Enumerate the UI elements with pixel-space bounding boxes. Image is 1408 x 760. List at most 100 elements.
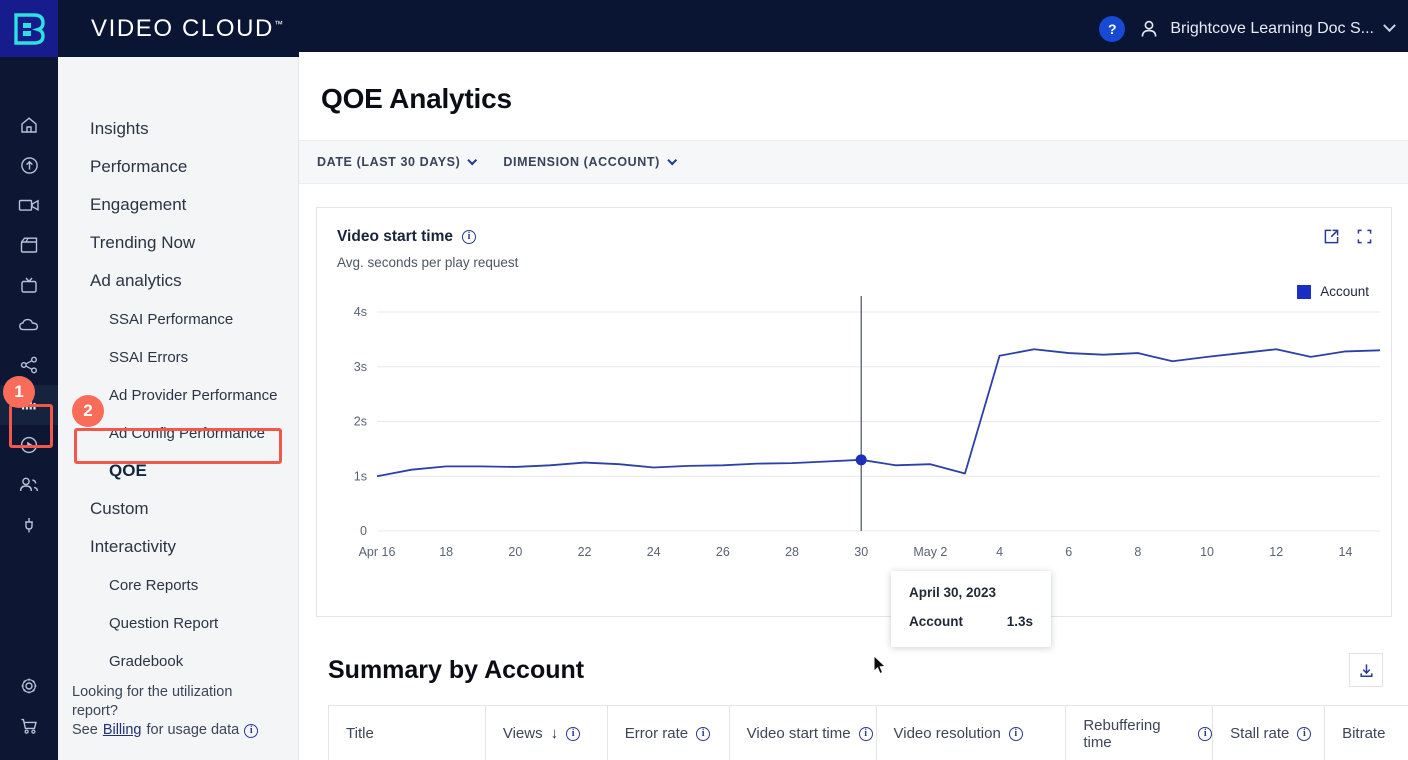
rail-item-tv[interactable] — [0, 265, 58, 305]
expand-icon — [1356, 228, 1373, 245]
sidebar-item-label: Ad Provider Performance — [109, 387, 277, 404]
sidebar-item-label: Performance — [90, 157, 187, 177]
series-line-account — [377, 349, 1380, 476]
table-header-row: Title Views ↓ i Error rate i Video start… — [329, 706, 1408, 760]
sidebar-item-ssai-performance[interactable]: SSAI Performance — [58, 300, 298, 338]
column-bitrate[interactable]: Bitrate — [1325, 706, 1408, 760]
column-title[interactable]: Title — [329, 706, 486, 760]
info-icon[interactable]: i — [696, 727, 710, 741]
sidebar-item-label: Question Report — [109, 615, 218, 632]
info-icon[interactable]: i — [462, 230, 476, 244]
sidebar-footer: Looking for the utilization report? See … — [58, 683, 288, 740]
top-bar-right: ? Brightcove Learning Doc S... — [1099, 16, 1408, 42]
sidebar-item-ssai-errors[interactable]: SSAI Errors — [58, 338, 298, 376]
x-axis-tick-label: 26 — [716, 545, 730, 559]
sidebar-item-custom[interactable]: Custom — [58, 490, 298, 528]
rail-item-marketplace[interactable] — [0, 706, 58, 746]
sidebar-item-question-report[interactable]: Question Report — [58, 604, 298, 642]
info-icon[interactable]: i — [566, 727, 580, 741]
column-stall-rate[interactable]: Stall rate i — [1213, 706, 1325, 760]
x-axis-tick-label: 22 — [578, 545, 592, 559]
column-rebuffering-time[interactable]: Rebuffering time i — [1066, 706, 1213, 760]
tooltip-row: Account 1.3s — [909, 614, 1033, 629]
column-label: Rebuffering time — [1083, 717, 1190, 751]
sidebar-item-label: SSAI Errors — [109, 349, 188, 366]
mouse-cursor-icon — [873, 655, 887, 675]
date-filter[interactable]: DATE (LAST 30 DAYS) — [317, 155, 475, 169]
info-icon[interactable]: i — [859, 727, 873, 741]
sidebar-item-gradebook[interactable]: Gradebook — [58, 642, 298, 680]
column-views[interactable]: Views ↓ i — [486, 706, 608, 760]
dimension-filter[interactable]: DIMENSION (ACCOUNT) — [503, 155, 675, 169]
fullscreen-button[interactable] — [1356, 228, 1373, 250]
account-menu[interactable]: Brightcove Learning Doc S... — [1139, 19, 1394, 39]
rail-item-video[interactable] — [0, 185, 58, 225]
help-button[interactable]: ? — [1099, 16, 1125, 42]
x-axis-tick-label: 24 — [647, 545, 661, 559]
info-icon[interactable]: i — [244, 724, 258, 738]
sidebar-item-interactivity[interactable]: Interactivity — [58, 528, 298, 566]
rail-item-clips[interactable] — [0, 225, 58, 265]
column-label: Stall rate — [1230, 725, 1289, 742]
summary-title: Summary by Account — [328, 656, 584, 685]
sidebar-item-core-reports[interactable]: Core Reports — [58, 566, 298, 604]
play-circle-icon — [19, 435, 39, 455]
column-label: Error rate — [625, 725, 688, 742]
chevron-down-icon — [468, 155, 478, 165]
sidebar-item-label: SSAI Performance — [109, 311, 233, 328]
top-bar: VIDEO CLOUD™ ? Brightcove Learning Doc S… — [0, 0, 1408, 57]
sort-desc-icon[interactable]: ↓ — [551, 725, 559, 742]
x-axis-tick-label: 10 — [1200, 545, 1214, 559]
tv-icon — [19, 275, 39, 295]
sidebar-item-label: Custom — [90, 499, 149, 519]
summary-table: Title Views ↓ i Error rate i Video start… — [328, 705, 1408, 760]
rail-item-integrations[interactable] — [0, 505, 58, 545]
sidebar-item-label: Core Reports — [109, 577, 198, 594]
tooltip-series-label: Account — [909, 614, 963, 629]
sidebar-item-trending-now[interactable]: Trending Now — [58, 224, 298, 262]
gear-icon — [19, 676, 39, 696]
x-axis-tick-label: Apr 16 — [359, 545, 396, 559]
info-icon[interactable]: i — [1297, 727, 1311, 741]
chevron-down-icon — [667, 155, 677, 165]
rail-item-upload[interactable] — [0, 145, 58, 185]
download-button[interactable] — [1349, 653, 1383, 687]
sidebar-item-engagement[interactable]: Engagement — [58, 186, 298, 224]
y-axis-tick-label: 4s — [354, 305, 367, 319]
rail-item-settings[interactable] — [0, 666, 58, 706]
video-camera-icon — [18, 196, 40, 214]
brand-title: VIDEO CLOUD™ — [91, 15, 283, 43]
column-video-resolution[interactable]: Video resolution i — [877, 706, 1067, 760]
x-axis-tick-label: 8 — [1134, 545, 1141, 559]
sidebar-item-performance[interactable]: Performance — [58, 148, 298, 186]
chart-title-text: Video start time — [337, 228, 453, 246]
info-icon[interactable]: i — [1009, 727, 1023, 741]
video-start-time-card: Video start time i Avg. seconds per play… — [316, 207, 1392, 617]
column-video-start-time[interactable]: Video start time i — [730, 706, 877, 760]
rail-item-audience[interactable] — [0, 465, 58, 505]
summary-header: Summary by Account — [299, 617, 1408, 687]
billing-link[interactable]: Billing — [103, 721, 142, 740]
rail-bottom-group — [0, 666, 58, 760]
export-button[interactable] — [1323, 228, 1340, 250]
info-icon[interactable]: i — [1198, 727, 1212, 741]
icon-rail — [0, 57, 58, 760]
rail-item-cloud[interactable] — [0, 305, 58, 345]
date-filter-label: DATE (LAST 30 DAYS) — [317, 155, 460, 169]
sidebar-item-insights[interactable]: Insights — [58, 110, 298, 148]
brightcove-logo[interactable] — [0, 0, 58, 57]
line-chart[interactable]: 01s2s3s4sApr 1618202224262830May 2468101… — [317, 296, 1392, 571]
y-axis-tick-label: 3s — [354, 360, 367, 374]
column-error-rate[interactable]: Error rate i — [608, 706, 730, 760]
rail-item-home[interactable] — [0, 105, 58, 145]
sidebar-item-qoe[interactable]: QOE — [58, 452, 298, 490]
download-icon — [1358, 662, 1375, 679]
billing-rest-text: for usage data — [147, 721, 240, 740]
sidebar-item-label: Gradebook — [109, 653, 183, 670]
sidebar-item-label: Ad Config Performance — [109, 425, 265, 442]
page-title: QOE Analytics — [299, 52, 1408, 115]
highlighted-data-point — [856, 454, 867, 465]
rail-item-player[interactable] — [0, 425, 58, 465]
sidebar-item-ad-analytics[interactable]: Ad analytics — [58, 262, 298, 300]
sidebar-item-label: Trending Now — [90, 233, 195, 253]
